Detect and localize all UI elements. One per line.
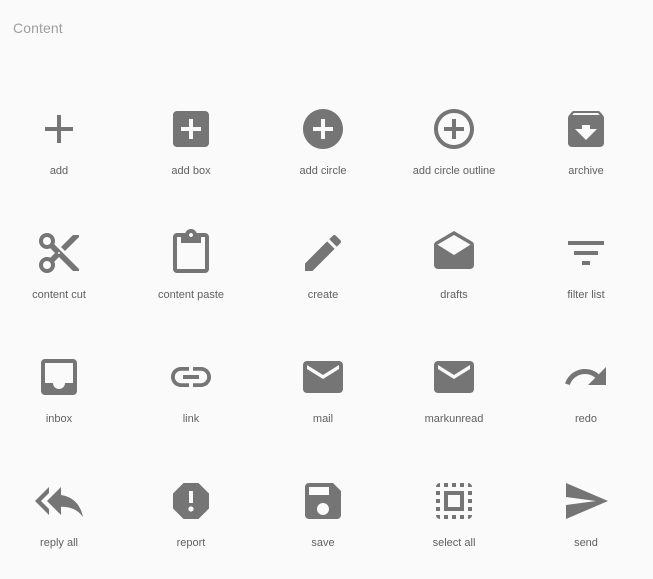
icon-tile-content-paste[interactable]: content paste [121, 211, 253, 321]
icon-label: add [49, 165, 69, 177]
icon-tile-select-all[interactable]: select all [384, 459, 516, 569]
filter-list-icon [562, 229, 610, 277]
send-icon [562, 477, 610, 525]
icon-label: select all [432, 537, 476, 549]
add-circle-outline-icon [430, 105, 478, 153]
icon-grid: add add box add circle add circle outlin… [0, 0, 653, 579]
add-box-icon [167, 105, 215, 153]
icon-tile-add-circle[interactable]: add circle [253, 87, 385, 197]
icon-tile-inbox[interactable]: inbox [0, 335, 121, 445]
icon-tile-link[interactable]: link [121, 335, 253, 445]
icon-tile-add[interactable]: add [0, 87, 121, 197]
select-all-icon [430, 477, 478, 525]
icon-label: add box [171, 165, 211, 177]
icon-tile-add-circle-outline[interactable]: add circle outline [384, 87, 516, 197]
icon-label: content paste [157, 289, 225, 301]
content-cut-icon [35, 229, 83, 277]
icon-tile-send[interactable]: send [516, 459, 648, 569]
redo-icon [562, 353, 610, 401]
content-paste-icon [167, 229, 215, 277]
icon-tile-markunread[interactable]: markunread [384, 335, 516, 445]
icon-tile-redo[interactable]: redo [516, 335, 648, 445]
icon-tile-save[interactable]: save [253, 459, 385, 569]
icon-tile-filter-list[interactable]: filter list [516, 211, 648, 321]
icon-label: save [311, 537, 335, 549]
reply-all-icon [35, 477, 83, 525]
icon-tile-create[interactable]: create [253, 211, 385, 321]
add-circle-icon [299, 105, 347, 153]
icon-label: create [307, 289, 339, 301]
icon-label: link [182, 413, 200, 425]
icon-label: redo [574, 413, 598, 425]
link-icon [167, 353, 215, 401]
icon-label: add circle [299, 165, 347, 177]
inbox-icon [35, 353, 83, 401]
archive-icon [562, 105, 610, 153]
add-icon [35, 105, 83, 153]
create-icon [299, 229, 347, 277]
icon-label: mail [312, 413, 334, 425]
drafts-icon [430, 229, 478, 277]
icon-label: markunread [424, 413, 484, 425]
icon-label: content cut [32, 289, 86, 301]
icon-label: reply all [40, 537, 78, 549]
mail-icon [299, 353, 347, 401]
icon-tile-mail[interactable]: mail [253, 335, 385, 445]
save-icon [299, 477, 347, 525]
icon-tile-archive[interactable]: archive [516, 87, 648, 197]
icon-label: drafts [440, 289, 468, 301]
icon-tile-content-cut[interactable]: content cut [0, 211, 121, 321]
icon-tile-drafts[interactable]: drafts [384, 211, 516, 321]
icon-tile-reply-all[interactable]: reply all [0, 459, 121, 569]
report-icon [167, 477, 215, 525]
icon-label: archive [568, 165, 604, 177]
icon-label: filter list [567, 289, 605, 301]
icon-label: report [176, 537, 206, 549]
icon-label: send [574, 537, 598, 549]
icon-label: add circle outline [412, 165, 496, 177]
icon-tile-add-box[interactable]: add box [121, 87, 253, 197]
icon-tile-report[interactable]: report [121, 459, 253, 569]
icon-label: inbox [45, 413, 73, 425]
markunread-icon [430, 353, 478, 401]
